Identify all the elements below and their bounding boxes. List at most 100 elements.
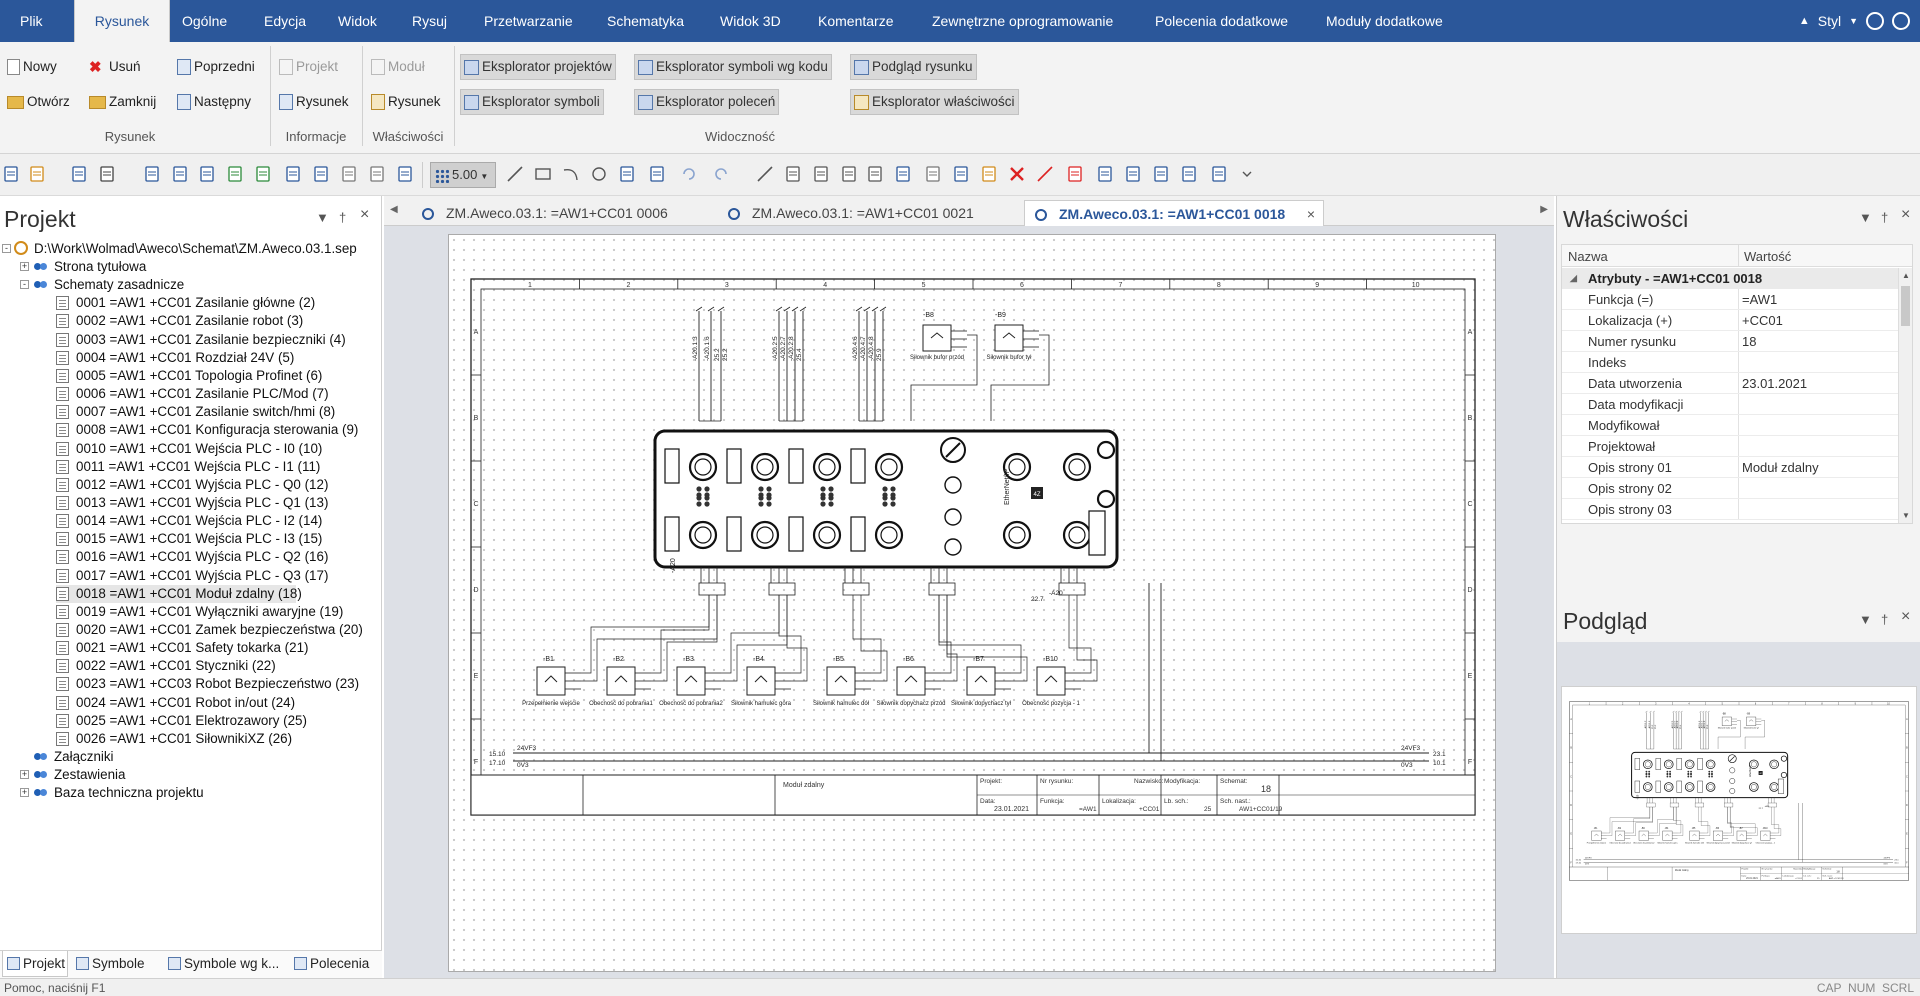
property-row[interactable]: Projektował bbox=[1562, 436, 1900, 457]
property-row[interactable]: Opis strony 02 bbox=[1562, 478, 1900, 499]
circle-tool-icon[interactable] bbox=[590, 165, 608, 183]
text-tool-icon[interactable] bbox=[618, 165, 636, 183]
save-icon[interactable] bbox=[70, 165, 88, 183]
tree-document-node[interactable]: 0014 =AW1 +CC01 Wejścia PLC - I2 (14) bbox=[0, 512, 380, 530]
property-row[interactable]: Data modyfikacji bbox=[1562, 394, 1900, 415]
next-drawing-button[interactable]: Następny bbox=[174, 89, 254, 115]
menu-tab[interactable]: Rysuj bbox=[412, 0, 447, 42]
property-explorer-toggle[interactable]: Eksplorator właściwości bbox=[850, 89, 1019, 115]
redraw-icon[interactable] bbox=[254, 165, 272, 183]
arc-tool-icon[interactable] bbox=[562, 165, 580, 183]
export-icon[interactable] bbox=[171, 165, 189, 183]
open-file-icon[interactable] bbox=[28, 165, 46, 183]
copy-icon[interactable] bbox=[952, 165, 970, 183]
tree-document-node[interactable]: 0024 =AW1 +CC01 Robot in/out (24) bbox=[0, 694, 380, 712]
tree-group-node[interactable]: + Zestawienia bbox=[0, 766, 380, 784]
collapse-icon[interactable]: ◢ bbox=[1570, 268, 1577, 289]
tree-document-node[interactable]: 0022 =AW1 +CC01 Styczniki (22) bbox=[0, 657, 380, 675]
menu-tab[interactable]: Rysunek bbox=[74, 0, 170, 43]
pointer-icon[interactable] bbox=[894, 165, 912, 183]
wire-icon[interactable] bbox=[756, 165, 774, 183]
property-value[interactable]: =AW1 bbox=[1742, 289, 1777, 310]
drawing-info-button[interactable]: Rysunek bbox=[276, 89, 352, 115]
panel-tab[interactable]: Polecenia bbox=[290, 951, 376, 977]
dropdown-icon[interactable] bbox=[1238, 165, 1256, 183]
panel-tab[interactable]: Symbole bbox=[72, 951, 158, 977]
property-value[interactable]: +CC01 bbox=[1742, 310, 1783, 331]
menu-tab[interactable]: Widok 3D bbox=[720, 0, 781, 42]
tree-group-node[interactable]: + Baza techniczna projektu bbox=[0, 784, 380, 802]
close-icon[interactable]: × bbox=[360, 206, 369, 224]
tree-document-node[interactable]: 0017 =AW1 +CC01 Wyjścia PLC - Q3 (17) bbox=[0, 567, 380, 585]
tree-document-node[interactable]: 0011 =AW1 +CC01 Wejścia PLC - I1 (11) bbox=[0, 458, 380, 476]
drawing-properties-button[interactable]: Rysunek bbox=[368, 89, 444, 115]
wire-break-icon[interactable] bbox=[840, 165, 858, 183]
tree-document-node[interactable]: 0008 =AW1 +CC01 Konfiguracja sterowania … bbox=[0, 421, 380, 439]
pan-hand-icon[interactable] bbox=[340, 165, 358, 183]
property-row[interactable]: Indeks bbox=[1562, 352, 1900, 373]
attributes-category-row[interactable]: ◢ Atrybuty - =AW1+CC01 0018 bbox=[1562, 268, 1900, 289]
undo-icon[interactable] bbox=[680, 165, 698, 183]
align-icon[interactable] bbox=[1096, 165, 1114, 183]
project-info-button[interactable]: Projekt bbox=[276, 54, 341, 80]
panel-menu-icon[interactable]: ▼ bbox=[316, 210, 329, 225]
tree-document-node[interactable]: 0023 =AW1 +CC03 Robot Bezpieczeństwo (23… bbox=[0, 675, 380, 693]
collapse-icon[interactable]: - bbox=[20, 280, 29, 290]
jumper-icon[interactable] bbox=[784, 165, 802, 183]
document-tab[interactable]: ZM.Aweco.03.1: =AW1+CC01 0021 bbox=[718, 200, 1008, 226]
property-row[interactable]: Opis strony 03 bbox=[1562, 499, 1900, 520]
close-drawing-button[interactable]: Zamknij bbox=[86, 89, 159, 115]
menu-tab[interactable]: Komentarze bbox=[818, 0, 893, 42]
tree-document-node[interactable]: 0020 =AW1 +CC01 Zamek bezpieczeństwa (20… bbox=[0, 621, 380, 639]
tree-document-node[interactable]: 0021 =AW1 +CC01 Safety tokarka (21) bbox=[0, 639, 380, 657]
tree-document-node[interactable]: 0013 =AW1 +CC01 Wyjścia PLC - Q1 (13) bbox=[0, 494, 380, 512]
menu-tab[interactable]: Plik bbox=[20, 0, 43, 42]
panel-tab[interactable]: Symbole wg k... bbox=[164, 951, 284, 977]
document-tab[interactable]: ZM.Aweco.03.1: =AW1+CC01 0018 × bbox=[1024, 200, 1324, 226]
print-icon[interactable] bbox=[98, 165, 116, 183]
panel-menu-icon[interactable]: ▼ bbox=[1859, 210, 1872, 225]
collapse-ribbon-icon[interactable]: ▲ bbox=[1799, 15, 1810, 27]
tree-document-node[interactable]: 0003 =AW1 +CC01 Zasilanie bezpieczniki (… bbox=[0, 331, 380, 349]
snap-icon[interactable] bbox=[368, 165, 386, 183]
tree-document-node[interactable]: 0015 =AW1 +CC01 Wejścia PLC - I3 (15) bbox=[0, 530, 380, 548]
import-icon[interactable] bbox=[198, 165, 216, 183]
copy-page-icon[interactable] bbox=[143, 165, 161, 183]
panel-menu-icon[interactable]: ▼ bbox=[1859, 612, 1872, 627]
pin-icon[interactable]: † bbox=[1881, 210, 1888, 225]
group-icon[interactable] bbox=[1152, 165, 1170, 183]
tree-group-node[interactable]: - Schematy zasadnicze bbox=[0, 276, 380, 294]
tree-document-node[interactable]: 0012 =AW1 +CC01 Wyjścia PLC - Q0 (12) bbox=[0, 476, 380, 494]
expand-icon[interactable]: + bbox=[20, 788, 29, 798]
select-box-icon[interactable] bbox=[396, 165, 414, 183]
paste-icon[interactable] bbox=[980, 165, 998, 183]
menu-tab[interactable]: Schematyka bbox=[607, 0, 684, 42]
rectangle-tool-icon[interactable] bbox=[534, 165, 552, 183]
property-value[interactable]: 18 bbox=[1742, 331, 1756, 352]
close-icon[interactable]: × bbox=[1901, 608, 1910, 626]
menu-tab[interactable]: Zewnętrzne oprogramowanie bbox=[932, 0, 1113, 42]
tree-document-node[interactable]: 0004 =AW1 +CC01 Rozdział 24V (5) bbox=[0, 349, 380, 367]
new-drawing-button[interactable]: Nowy bbox=[4, 54, 60, 80]
redo-icon[interactable] bbox=[712, 165, 730, 183]
help-icon[interactable] bbox=[1892, 12, 1910, 30]
document-tab[interactable]: ZM.Aweco.03.1: =AW1+CC01 0006 bbox=[412, 200, 702, 226]
property-row[interactable]: Opis strony 01 Moduł zdalny bbox=[1562, 457, 1900, 478]
pin-icon[interactable]: † bbox=[1881, 612, 1888, 627]
drawing-preview[interactable]: 1 2 3 4 5 6 7 8 9 10 A A B B C C D D E E F F Moduł zdalny Proje… bbox=[1561, 686, 1917, 934]
tree-document-node[interactable]: 0026 =AW1 +CC01 SiłownikiXZ (26) bbox=[0, 730, 380, 748]
drawing-preview-toggle[interactable]: Podgląd rysunku bbox=[850, 54, 977, 80]
menu-tab[interactable]: Przetwarzanie bbox=[484, 0, 573, 42]
expand-icon[interactable]: + bbox=[20, 770, 29, 780]
previous-drawing-button[interactable]: Poprzedni bbox=[174, 54, 258, 80]
tree-document-node[interactable]: 0002 =AW1 +CC01 Zasilanie robot (3) bbox=[0, 312, 380, 330]
close-icon[interactable]: × bbox=[1901, 206, 1910, 224]
property-value[interactable]: 23.01.2021 bbox=[1742, 373, 1807, 394]
tree-document-node[interactable]: 0018 =AW1 +CC01 Moduł zdalny (18) bbox=[56, 584, 302, 603]
zoom-icon[interactable] bbox=[284, 165, 302, 183]
cut-icon[interactable] bbox=[924, 165, 942, 183]
delete-drawing-button[interactable]: ✖ Usuń bbox=[86, 54, 144, 80]
property-row[interactable]: Funkcja (=) =AW1 bbox=[1562, 289, 1900, 310]
scroll-thumb[interactable] bbox=[1901, 286, 1910, 326]
project-explorer-toggle[interactable]: Eksplorator projektów bbox=[460, 54, 616, 80]
